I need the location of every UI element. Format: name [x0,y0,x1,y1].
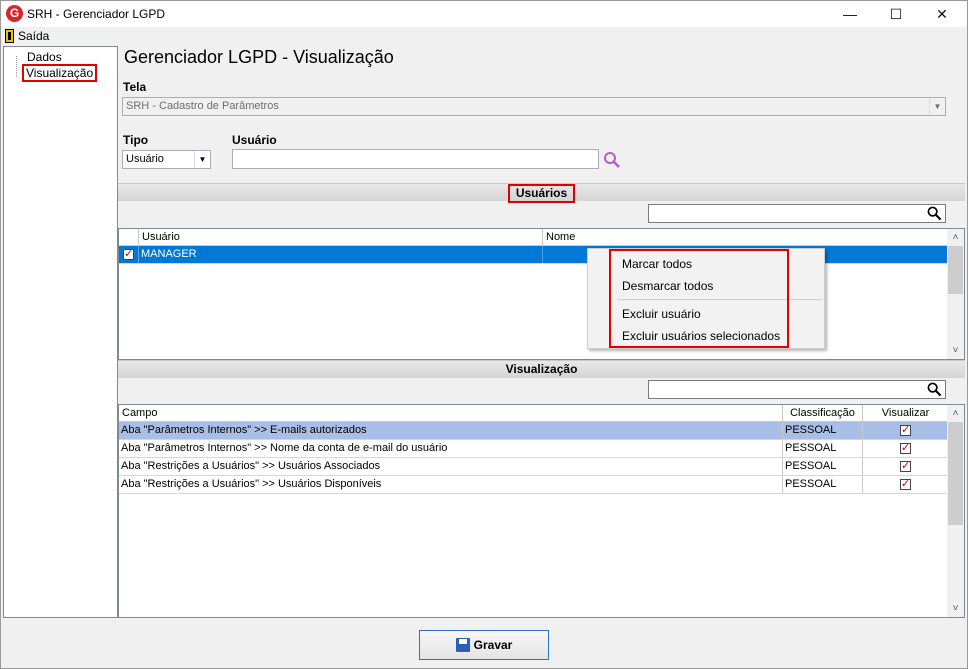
tipo-label: Tipo [123,133,149,147]
cell-campo: Aba "Parâmetros Internos" >> Nome da con… [119,440,783,457]
visualizacao-table: Campo Classificação Visualizar Aba "Parâ… [118,404,965,618]
tree-item-dados[interactable]: Dados [25,50,64,64]
visualizacao-section-header: Visualização [118,360,965,378]
cell-campo: Aba "Restrições a Usuários" >> Usuários … [119,476,783,493]
scroll-down-icon[interactable]: ˅ [947,342,964,359]
tipo-select-value: Usuário [126,153,164,165]
magnifier-icon[interactable] [927,206,942,221]
cell-visualizar [863,422,948,439]
visualizacao-scrollbar[interactable]: ˄ ˅ [947,405,964,617]
page-title: Gerenciador LGPD - Visualização [124,47,394,67]
table-row[interactable]: Aba "Restrições a Usuários" >> Usuários … [119,476,948,494]
tree-connector [16,56,17,77]
cell-campo: Aba "Parâmetros Internos" >> E-mails aut… [119,422,783,439]
usuarios-table-header: Usuário Nome [119,229,948,246]
exit-menu-item[interactable]: Saída [5,28,49,44]
column-classificacao[interactable]: Classificação [783,405,863,422]
scroll-up-icon[interactable]: ˄ [947,405,964,422]
title-bar: G SRH - Gerenciador LGPD — ☐ ✕ [1,1,967,27]
magnifier-icon[interactable] [927,382,942,397]
visualizar-checkbox[interactable] [900,422,911,439]
visualizar-checkbox[interactable] [900,458,911,475]
column-campo[interactable]: Campo [119,405,783,422]
visualizar-checkbox[interactable] [900,440,911,457]
usuarios-scrollbar[interactable]: ˄ ˅ [947,229,964,359]
visualizacao-section-title: Visualização [505,362,578,376]
visualizacao-table-header: Campo Classificação Visualizar [119,405,948,422]
table-row[interactable]: Aba "Parâmetros Internos" >> E-mails aut… [119,422,948,440]
table-row[interactable]: Aba "Restrições a Usuários" >> Usuários … [119,458,948,476]
cell-visualizar [863,458,948,475]
tela-label: Tela [123,80,147,94]
row-checkbox-cell [119,246,139,263]
visualizar-checkbox[interactable] [900,476,911,493]
scroll-down-icon[interactable]: ˅ [947,600,964,617]
cell-usuario: MANAGER [139,246,543,263]
cell-visualizar [863,440,948,457]
close-button[interactable]: ✕ [919,1,965,27]
usuarios-search-input[interactable] [648,204,946,223]
usuarios-section-header: Usuários [118,183,965,203]
app-logo-icon: G [6,5,23,22]
cell-campo: Aba "Restrições a Usuários" >> Usuários … [119,458,783,475]
tela-select-value: SRH - Cadastro de Parâmetros [126,100,279,112]
search-icon[interactable] [603,151,621,169]
row-checkbox[interactable] [123,246,134,263]
tipo-select[interactable]: Usuário ▼ [122,150,211,169]
scroll-thumb[interactable] [948,246,963,294]
usuarios-table: Usuário Nome MANAGER ˄ ˅ [118,228,965,360]
app-window: G SRH - Gerenciador LGPD — ☐ ✕ Saída Dad… [0,0,968,669]
scroll-up-icon[interactable]: ˄ [947,229,964,246]
scroll-thumb[interactable] [948,422,963,525]
chevron-down-icon: ▼ [194,151,210,168]
tela-select[interactable]: SRH - Cadastro de Parâmetros ▼ [122,97,946,116]
exit-door-icon [5,29,14,43]
column-usuario[interactable]: Usuário [139,229,543,246]
menu-bar: Saída [1,27,967,45]
maximize-button[interactable]: ☐ [873,1,919,27]
usuarios-section-title: Usuários [507,184,576,203]
floppy-disk-icon [455,638,470,652]
navigation-tree: Dados Visualização [3,46,118,618]
usuario-label: Usuário [232,133,277,147]
chevron-down-icon: ▼ [929,98,945,115]
window-title: SRH - Gerenciador LGPD [27,7,166,21]
visualizacao-search-input[interactable] [648,380,946,399]
cell-visualizar [863,476,948,493]
cell-classificacao: PESSOAL [783,422,863,439]
cell-classificacao: PESSOAL [783,458,863,475]
cell-classificacao: PESSOAL [783,440,863,457]
exit-menu-label: Saída [18,29,50,43]
minimize-button[interactable]: — [827,1,873,27]
cell-classificacao: PESSOAL [783,476,863,493]
column-visualizar[interactable]: Visualizar [863,405,948,422]
column-nome[interactable]: Nome [543,229,948,246]
save-button-label: Gravar [473,638,513,652]
save-button[interactable]: Gravar [419,630,549,660]
annotation-highlight-box [609,249,789,348]
table-row[interactable]: Aba "Parâmetros Internos" >> Nome da con… [119,440,948,458]
header-checkbox-column [119,229,139,246]
tree-item-visualizacao[interactable]: Visualização [22,64,98,82]
usuario-input[interactable] [232,149,599,169]
